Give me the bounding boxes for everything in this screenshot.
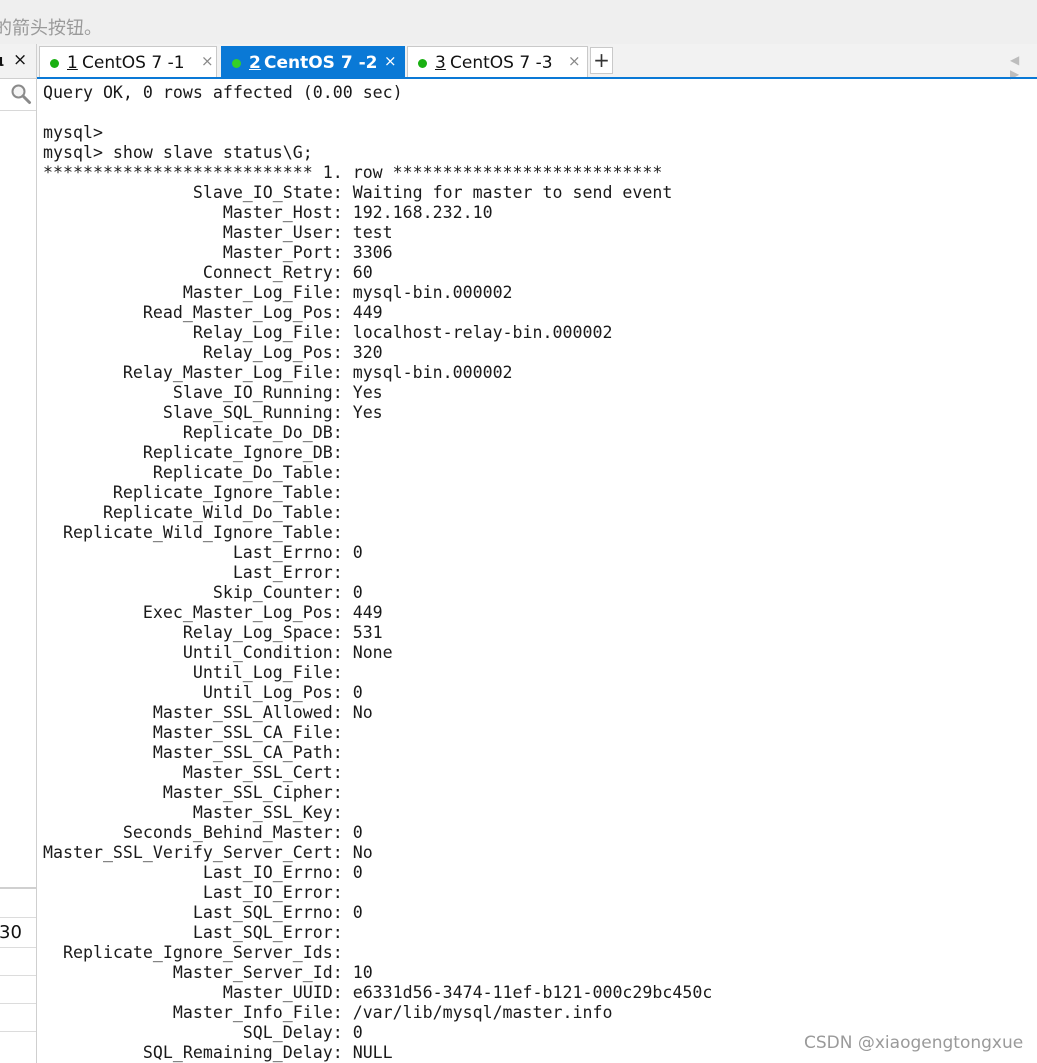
terminal-line: Master_Log_File: mysql-bin.000002 [43,283,513,302]
terminal-line: Replicate_Wild_Ignore_Table: [43,523,353,542]
connected-status-icon [50,59,59,68]
terminal-line: Read_Master_Log_Pos: 449 [43,303,383,322]
terminal-line: Seconds_Behind_Master: 0 [43,823,363,842]
close-tab-icon[interactable]: × [201,52,214,70]
terminal-line: Exec_Master_Log_Pos: 449 [43,603,383,622]
terminal-line: mysql> show slave status\G; [43,143,313,162]
terminal-line: Master_SSL_CA_File: [43,723,353,742]
terminal-line: Until_Log_File: [43,663,353,682]
side-panel-row-line [0,947,36,948]
terminal-line: Connect_Retry: 60 [43,263,373,282]
terminal-line: Master_SSL_Allowed: No [43,703,373,722]
terminal-line: Master_User: test [43,223,393,242]
terminal-line: *************************** 1. row *****… [43,163,663,182]
active-tab-underline [37,77,1037,79]
side-panel-divider [0,887,36,889]
add-tab-button[interactable]: + [590,47,613,74]
session-side-panel: ι × 30 [0,44,37,1063]
session-tab-bar: 1 CentOS 7 -1 × 2 CentOS 7 -2 × 3 CentOS… [37,44,1037,81]
tab-number: 2 [249,53,261,73]
terminal-line: Replicate_Ignore_Table: [43,483,353,502]
terminal-line: Master_Server_Id: 10 [43,963,373,982]
tab-centos-7-3[interactable]: 3 CentOS 7 -3 × [407,46,588,77]
terminal-line: Relay_Log_Space: 531 [43,623,383,642]
side-panel-row-line [0,1003,36,1004]
terminal-line: Master_UUID: e6331d56-3474-11ef-b121-000… [43,983,713,1002]
terminal-line: Relay_Log_Pos: 320 [43,343,383,362]
connected-status-icon [418,59,427,68]
terminal-line: Last_IO_Error: [43,883,353,902]
terminal-line: SQL_Delay: 0 [43,1023,363,1042]
terminal-line: Last_SQL_Errno: 0 [43,903,363,922]
tab-number: 1 [67,53,78,73]
side-panel-value: 30 [0,922,22,943]
terminal-line: Master_SSL_Key: [43,803,353,822]
close-tab-icon[interactable]: × [384,52,397,70]
terminal-line: Last_SQL_Error: [43,923,353,942]
terminal-line: Slave_SQL_Running: Yes [43,403,383,422]
terminal-line: Master_SSL_Verify_Server_Cert: No [43,843,373,862]
terminal-line: Skip_Counter: 0 [43,583,363,602]
tab-label: CentOS 7 -3 [450,53,553,73]
tab-label: CentOS 7 -2 [264,53,378,73]
close-tab-icon[interactable]: × [568,52,581,70]
terminal-line: Master_Host: 192.168.232.10 [43,203,493,222]
terminal-line: Replicate_Wild_Do_Table: [43,503,353,522]
terminal-line: Last_Errno: 0 [43,543,363,562]
side-panel-close-icon[interactable]: × [13,50,27,70]
tab-number: 3 [435,53,446,73]
terminal-line: Until_Condition: None [43,643,393,662]
terminal-line: Replicate_Do_Table: [43,463,353,482]
terminal-output[interactable]: Query OK, 0 rows affected (0.00 sec) mysq… [43,83,712,1063]
top-hint-text: 的箭头按钮。 [0,18,102,39]
terminal-line: SQL_Remaining_Delay: NULL [43,1043,393,1062]
terminal-line: Replicate_Ignore_DB: [43,443,353,462]
terminal-line: Until_Log_Pos: 0 [43,683,363,702]
terminal-line: Replicate_Do_DB: [43,423,353,442]
terminal-line: Query OK, 0 rows affected (0.00 sec) [43,83,403,102]
connected-status-icon [232,59,241,68]
side-panel-row-line [0,1031,36,1032]
terminal-line: Last_Error: [43,563,353,582]
side-panel-row-line [0,917,36,918]
tab-centos-7-2[interactable]: 2 CentOS 7 -2 × [221,46,405,77]
tab-centos-7-1[interactable]: 1 CentOS 7 -1 × [39,46,217,77]
side-panel-tab-label: ι [0,51,5,70]
terminal-line: Slave_IO_State: Waiting for master to se… [43,183,673,202]
terminal-line: mysql> [43,123,103,142]
terminal-line: Master_Info_File: /var/lib/mysql/master.… [43,1003,613,1022]
terminal-line: Relay_Log_File: localhost-relay-bin.0000… [43,323,613,342]
top-hint-bar: 的箭头按钮。 [0,0,1037,45]
side-panel-tab[interactable]: ι × [0,44,36,79]
terminal-line: Master_SSL_Cipher: [43,783,353,802]
terminal-line: Master_SSL_Cert: [43,763,353,782]
terminal-line: Master_SSL_CA_Path: [43,743,353,762]
search-icon[interactable] [10,83,32,109]
side-panel-divider [0,110,36,111]
terminal-line: Master_Port: 3306 [43,243,393,262]
terminal-line: Slave_IO_Running: Yes [43,383,383,402]
terminal-line: Relay_Master_Log_File: mysql-bin.000002 [43,363,513,382]
tab-label: CentOS 7 -1 [82,53,185,73]
side-panel-row-line [0,975,36,976]
terminal-line: Replicate_Ignore_Server_Ids: [43,943,353,962]
terminal-line: Last_IO_Errno: 0 [43,863,363,882]
watermark: CSDN @xiaogengtongxue [804,1033,1024,1053]
